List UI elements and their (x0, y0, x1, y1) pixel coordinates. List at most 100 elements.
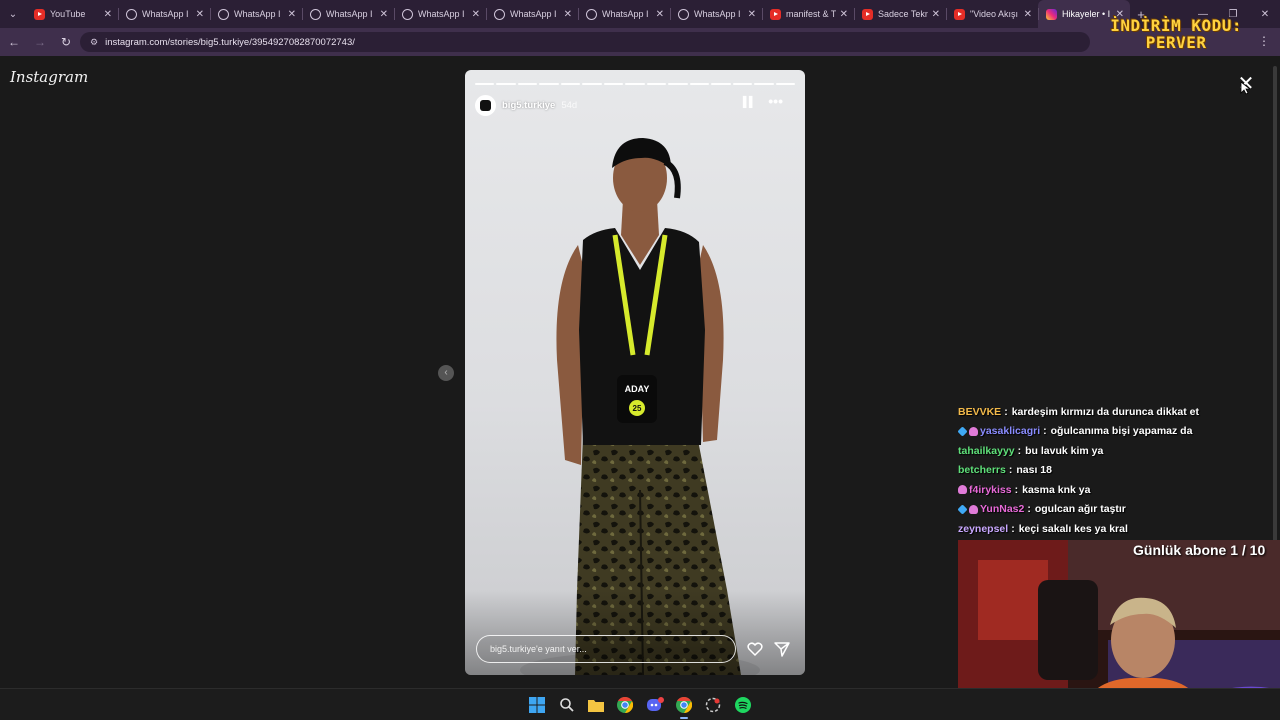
spotify-icon[interactable] (733, 695, 753, 715)
chat-username: BEVVKE (958, 405, 1002, 418)
browser-tab[interactable]: WhatsApp I ✕ (302, 0, 394, 28)
instagram-story-viewer: Instagram ✕ ‹ ADAY 25 big5.turkiye 54d ▌… (0, 56, 1280, 720)
windows-start-icon[interactable] (527, 695, 547, 715)
back-button[interactable]: ← (2, 30, 26, 54)
tab-title: WhatsApp I (510, 9, 557, 19)
stream-promo-overlay: İNDİRİM KODU: PERVER (1110, 17, 1242, 51)
close-tab-icon[interactable]: ✕ (104, 9, 112, 20)
story-username[interactable]: big5.turkiye (502, 100, 555, 111)
browser-tab[interactable]: WhatsApp I ✕ (118, 0, 210, 28)
address-bar[interactable]: ⚙ instagram.com/stories/big5.turkiye/395… (80, 32, 1090, 52)
close-tab-icon[interactable]: ✕ (564, 9, 572, 20)
chrome-active-icon[interactable] (674, 695, 694, 719)
forward-button[interactable]: → (28, 30, 52, 54)
browser-tab-strip: ⌄ YouTube ✕ WhatsApp I ✕ WhatsApp I ✕ WhatsApp… (0, 0, 1280, 28)
close-tab-icon[interactable]: ✕ (656, 9, 664, 20)
chat-separator: : (1011, 522, 1015, 535)
browser-tab[interactable]: WhatsApp I ✕ (578, 0, 670, 28)
instagram-icon (1046, 8, 1057, 20)
chat-separator: : (1017, 444, 1022, 457)
browser-tab[interactable]: WhatsApp I ✕ (210, 0, 302, 28)
browser-tab[interactable]: manifest & T ✕ (762, 0, 854, 28)
discord-icon[interactable] (645, 695, 665, 715)
browser-tab[interactable]: YouTube ✕ (26, 0, 118, 28)
badge-number: 25 (633, 404, 642, 413)
chat-separator: : (1043, 425, 1047, 438)
chat-username: YunNas2 (980, 503, 1025, 516)
chat-username: f4irykiss (969, 483, 1012, 496)
tab-title: WhatsApp I (326, 9, 373, 19)
youtube-icon (34, 8, 45, 20)
browser-toolbar: ← → ↻ ⚙ instagram.com/stories/big5.turki… (0, 28, 1280, 56)
globe-icon (494, 8, 505, 20)
youtube-icon (770, 8, 781, 20)
butterfly-badge-icon (969, 504, 978, 514)
progress-segment (711, 83, 731, 85)
close-tab-icon[interactable]: ✕ (840, 9, 848, 20)
story-progress-bar (475, 83, 796, 85)
previous-story-button[interactable]: ‹ (438, 365, 454, 381)
windows-taskbar (0, 688, 1280, 720)
promo-line-1: İNDİRİM KODU: (1110, 16, 1242, 35)
progress-segment (539, 83, 559, 85)
chat-separator: : (1014, 483, 1019, 496)
story-timestamp: 54d (561, 99, 578, 111)
close-tab-icon[interactable]: ✕ (288, 9, 296, 20)
chat-text: nası 18 (1016, 464, 1052, 477)
tab-title: WhatsApp I (418, 9, 465, 19)
close-window-icon[interactable]: ✕ (1250, 0, 1280, 28)
progress-segment (775, 83, 796, 85)
reload-button[interactable]: ↻ (54, 30, 78, 54)
chat-text: oğulcanıma bişi yapamaz da (1050, 425, 1193, 438)
youtube-icon (954, 8, 965, 20)
tab-title: "Video Akışı (970, 9, 1019, 19)
chat-message: yasaklicagri: oğulcanıma bişi yapamaz da (957, 422, 1258, 442)
progress-segment (732, 83, 753, 85)
chat-text: kasma knk ya (1022, 483, 1091, 496)
browser-menu-icon[interactable]: ⋮ (1258, 34, 1270, 48)
heart-icon[interactable] (746, 640, 764, 658)
progress-segment (560, 83, 581, 85)
badge-text: ADAY (625, 384, 650, 394)
file-explorer-icon[interactable] (586, 695, 606, 715)
progress-segment (603, 83, 624, 85)
progress-segment (517, 83, 538, 85)
close-tab-icon[interactable]: ✕ (196, 9, 204, 20)
pause-icon[interactable]: ▌▌ (743, 97, 756, 108)
progress-segment (689, 83, 710, 85)
chat-message: tahailkayyy: bu lavuk kim ya (958, 441, 1258, 461)
send-icon[interactable] (773, 640, 791, 658)
app-icon[interactable] (703, 695, 723, 715)
browser-tab[interactable]: Sadece Tekn ✕ (854, 0, 946, 28)
more-options-icon[interactable]: ••• (768, 93, 783, 109)
chat-message: zeynepsel: keçi sakalı kes ya kral (958, 519, 1258, 539)
browser-tab[interactable]: WhatsApp I ✕ (394, 0, 486, 28)
search-icon[interactable] (557, 695, 577, 715)
sub-goal-label: Günlük abone 1 / 10 (1133, 542, 1266, 558)
chat-message: BEVVKE: kardeşim kırmızı da durunca dikka… (958, 402, 1258, 422)
browser-tab[interactable]: WhatsApp I ✕ (486, 0, 578, 28)
chrome-icon[interactable] (615, 695, 635, 715)
chat-text: ogulcan ağır taştır (1034, 503, 1126, 516)
tab-title: WhatsApp I (234, 9, 281, 19)
close-tab-icon[interactable]: ✕ (932, 9, 940, 20)
progress-segment (754, 83, 774, 85)
chat-message: f4irykiss: kasma knk ya (958, 480, 1258, 500)
instagram-logo[interactable]: Instagram (10, 68, 88, 86)
butterfly-badge-icon (969, 426, 978, 436)
browser-tab[interactable]: WhatsApp I ✕ (670, 0, 762, 28)
close-tab-icon[interactable]: ✕ (380, 9, 388, 20)
close-tab-icon[interactable]: ✕ (472, 9, 480, 20)
globe-icon (310, 8, 321, 20)
close-tab-icon[interactable]: ✕ (1024, 9, 1032, 20)
story-reply-input[interactable]: big5.turkiye'e yanıt ver... (476, 635, 736, 663)
chat-username: betcherrs (958, 464, 1006, 477)
close-tab-icon[interactable]: ✕ (748, 9, 756, 20)
story-avatar[interactable] (475, 94, 496, 116)
mouse-cursor-icon (1240, 81, 1250, 95)
site-info-icon[interactable]: ⚙ (90, 37, 98, 48)
story-card[interactable]: ADAY 25 big5.turkiye 54d ▌▌ ••• big5.tur… (465, 70, 805, 675)
tab-search-icon[interactable]: ⌄ (0, 0, 26, 28)
gem-badge-icon (957, 504, 968, 515)
browser-tab[interactable]: "Video Akışı ✕ (946, 0, 1038, 28)
